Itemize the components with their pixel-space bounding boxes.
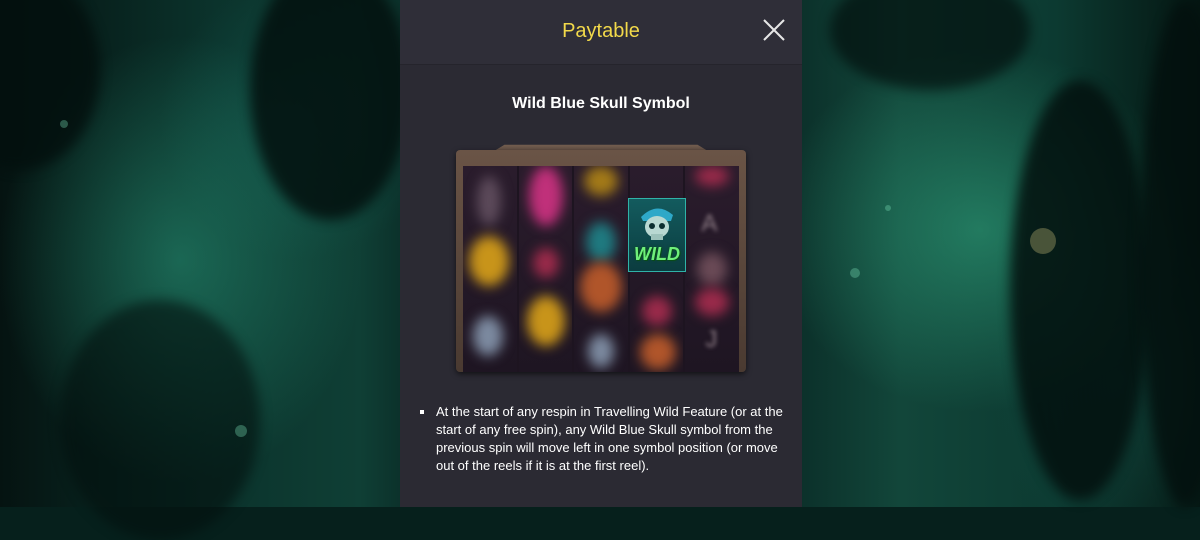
feature-description: At the start of any respin in Travelling… — [418, 403, 790, 475]
reel-letter: A — [701, 210, 718, 237]
reel-2 — [518, 166, 573, 372]
wild-label: WILD — [634, 244, 680, 264]
bubble — [235, 425, 247, 437]
rock-shape — [830, 0, 1030, 90]
close-icon — [763, 19, 785, 41]
reel-1 — [463, 166, 517, 372]
rock-shape — [1140, 0, 1200, 507]
reel-letter: J — [705, 326, 718, 353]
skull-icon — [641, 208, 673, 240]
reel-3 — [574, 166, 628, 372]
reels: A J — [463, 166, 739, 372]
bubble — [885, 205, 891, 211]
bubble — [1030, 228, 1056, 254]
rock-shape — [250, 0, 410, 220]
reels-frame: A J WILD — [456, 150, 746, 372]
bubble — [60, 120, 68, 128]
bubble — [850, 268, 860, 278]
wild-blue-skull-symbol: WILD — [628, 198, 686, 272]
reel-5: A J — [685, 166, 739, 372]
panel-header: Paytable — [400, 0, 802, 65]
rock-shape — [0, 0, 100, 170]
reels-illustration: A J WILD — [456, 142, 746, 372]
rock-shape — [60, 300, 260, 540]
panel-title: Paytable — [562, 20, 640, 42]
rock-shape — [1010, 80, 1150, 500]
section-title: Wild Blue Skull Symbol — [512, 95, 690, 112]
description-item: At the start of any respin in Travelling… — [418, 403, 790, 475]
close-button[interactable] — [762, 18, 786, 42]
